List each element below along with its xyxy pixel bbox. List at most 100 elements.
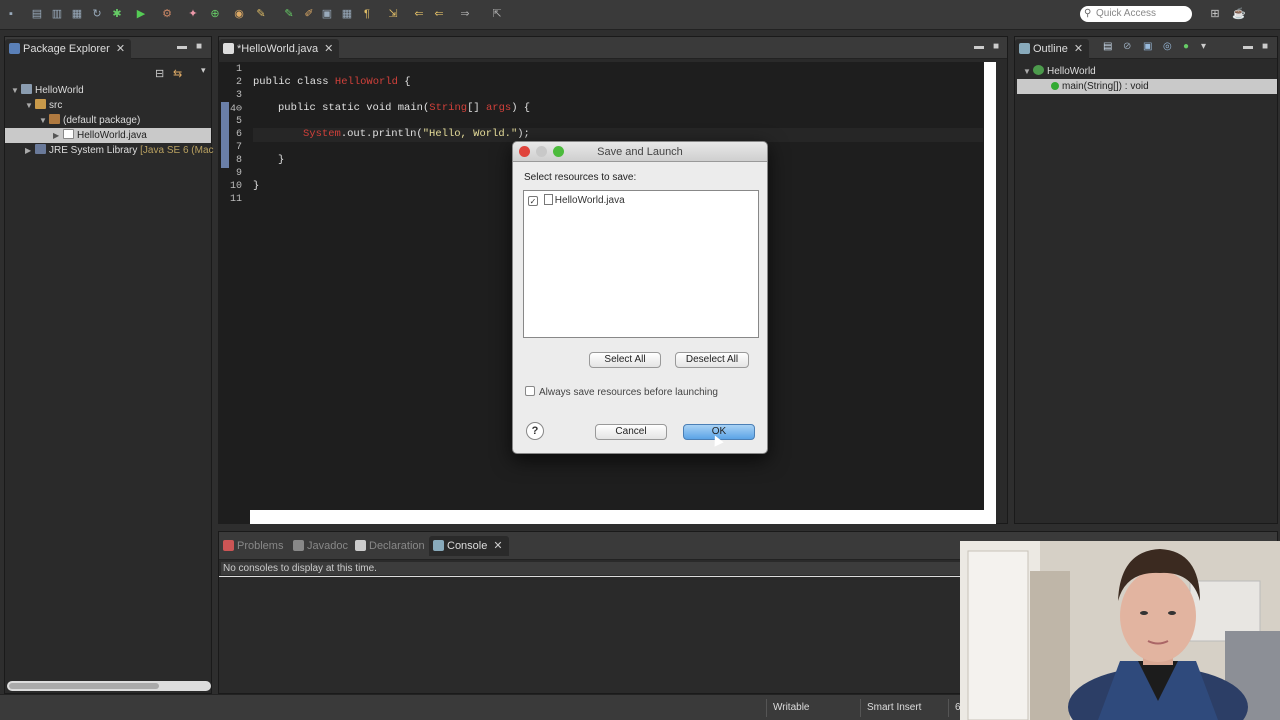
resource-label: HelloWorld.java bbox=[554, 195, 625, 206]
tab-console[interactable]: Console ✕ bbox=[429, 536, 509, 556]
tree-item-default-package[interactable]: ▼ (default package) bbox=[39, 113, 140, 128]
close-icon[interactable]: ✕ bbox=[116, 43, 125, 55]
tab-label: Package Explorer bbox=[23, 43, 110, 55]
open-perspective-icon[interactable]: ⊞ bbox=[1208, 7, 1222, 21]
zoom-window-button[interactable] bbox=[553, 146, 564, 157]
debug-icon[interactable]: ✱ bbox=[110, 7, 124, 21]
refresh-icon[interactable]: ↻ bbox=[90, 7, 104, 21]
annotation-icon[interactable]: ✎ bbox=[282, 7, 296, 21]
hide-local-types-icon[interactable]: ● bbox=[1183, 41, 1189, 52]
link-editor-icon[interactable]: ⇆ bbox=[173, 67, 182, 80]
cancel-button[interactable]: Cancel bbox=[595, 424, 667, 440]
new-package-icon[interactable]: ⊕ bbox=[208, 7, 222, 21]
editor-horizontal-scrollbar[interactable] bbox=[250, 510, 984, 524]
save-and-launch-dialog: Save and Launch Select resources to save… bbox=[512, 141, 768, 454]
minimize-window-button[interactable] bbox=[536, 146, 547, 157]
hide-fields-icon[interactable]: ⊘ bbox=[1123, 41, 1131, 52]
horizontal-scrollbar[interactable] bbox=[7, 681, 211, 691]
close-icon[interactable]: ✕ bbox=[1074, 43, 1083, 55]
resource-checkbox[interactable]: ✓ bbox=[528, 196, 538, 206]
hide-static-icon[interactable]: ▣ bbox=[1143, 41, 1152, 52]
tree-item-jre-library[interactable]: ▶ JRE System Library [Java SE 6 (Mac bbox=[25, 143, 214, 158]
minimize-icon[interactable]: ▬ bbox=[177, 41, 187, 52]
back-icon[interactable]: ⇐ bbox=[412, 7, 426, 21]
close-icon[interactable]: ✕ bbox=[324, 43, 333, 55]
always-save-checkbox[interactable] bbox=[525, 386, 535, 396]
select-all-button[interactable]: Select All bbox=[589, 352, 661, 368]
outline-item-class[interactable]: ▼ HelloWorld bbox=[1023, 64, 1096, 79]
public-method-icon bbox=[1051, 82, 1059, 90]
console-divider bbox=[219, 576, 961, 577]
status-insert-mode: Smart Insert bbox=[860, 699, 944, 717]
maximize-icon[interactable]: ■ bbox=[196, 41, 202, 52]
line-number: 5 bbox=[235, 116, 242, 127]
print-icon[interactable]: ▦ bbox=[70, 7, 84, 21]
package-explorer-header: Package Explorer ✕ ▬ ■ bbox=[5, 37, 211, 59]
pin-icon[interactable]: ⇱ bbox=[490, 7, 504, 21]
toggle-view-icon[interactable]: ▣ bbox=[320, 7, 334, 21]
collapse-all-icon[interactable]: ⊟ bbox=[155, 67, 164, 80]
tree-label: src bbox=[49, 100, 63, 111]
quick-access-placeholder: Quick Access bbox=[1096, 8, 1157, 19]
external-tools-icon[interactable]: ⚙ bbox=[160, 7, 174, 21]
minimize-icon[interactable]: ▬ bbox=[1243, 41, 1253, 52]
highlight-icon[interactable]: ✐ bbox=[302, 7, 316, 21]
tab-package-explorer[interactable]: Package Explorer ✕ bbox=[5, 39, 132, 59]
class-icon bbox=[1033, 65, 1044, 75]
new-project-icon[interactable]: ✦ bbox=[186, 7, 200, 21]
outline-icon bbox=[1019, 43, 1030, 54]
next-annotation-icon[interactable]: ⇲ bbox=[386, 7, 400, 21]
java-file-icon bbox=[223, 43, 234, 54]
expanded-arrow-icon: ▼ bbox=[25, 101, 33, 110]
open-type-icon[interactable]: ✎ bbox=[254, 7, 268, 21]
package-icon bbox=[49, 114, 60, 124]
line-number: 7 bbox=[235, 142, 242, 153]
java-perspective-icon[interactable]: ☕ bbox=[1232, 7, 1246, 21]
run-icon[interactable]: ▶ bbox=[134, 7, 148, 21]
new-class-icon[interactable]: ◉ bbox=[232, 7, 246, 21]
view-menu-icon[interactable]: ▾ bbox=[1201, 41, 1206, 52]
tab-javadoc[interactable]: Javadoc bbox=[289, 536, 354, 556]
tab-declaration[interactable]: Declaration bbox=[351, 536, 431, 556]
resources-list[interactable]: ✓ HelloWorld.java bbox=[523, 190, 759, 338]
view-menu-icon[interactable]: ▾ bbox=[201, 65, 206, 76]
always-save-option[interactable]: Always save resources before launching bbox=[525, 386, 718, 398]
close-icon[interactable]: ✕ bbox=[493, 540, 502, 552]
maximize-icon[interactable]: ■ bbox=[1262, 41, 1268, 52]
save-all-icon[interactable]: ▥ bbox=[50, 7, 64, 21]
scrollbar-thumb[interactable] bbox=[9, 683, 159, 689]
deselect-all-button[interactable]: Deselect All bbox=[675, 352, 749, 368]
whitespace-icon[interactable]: ¶ bbox=[360, 7, 374, 21]
editor-vertical-scrollbar[interactable] bbox=[984, 62, 996, 524]
last-edit-icon[interactable]: ⇐ bbox=[432, 7, 446, 21]
java-file-icon bbox=[63, 129, 74, 139]
hide-nonpublic-icon[interactable]: ◎ bbox=[1163, 41, 1172, 52]
tab-outline[interactable]: Outline ✕ bbox=[1015, 39, 1090, 59]
code-line: public static void main(String[] args) { bbox=[278, 102, 531, 114]
search-icon: ⚲ bbox=[1084, 8, 1092, 19]
close-window-button[interactable] bbox=[519, 146, 530, 157]
outline-label: main(String[]) : void bbox=[1062, 81, 1149, 92]
sort-icon[interactable]: ▤ bbox=[1103, 41, 1112, 52]
line-number: 10 bbox=[229, 181, 242, 192]
tree-item-src[interactable]: ▼ src bbox=[25, 98, 62, 113]
outline-item-main[interactable]: main(String[]) : void bbox=[1017, 79, 1277, 94]
forward-icon[interactable]: ⇒ bbox=[458, 7, 472, 21]
maximize-icon[interactable]: ■ bbox=[993, 41, 999, 52]
save-icon[interactable]: ▤ bbox=[30, 7, 44, 21]
javadoc-icon bbox=[293, 540, 304, 551]
quick-access-input[interactable]: ⚲ Quick Access bbox=[1080, 6, 1192, 22]
minimize-icon[interactable]: ▬ bbox=[974, 41, 984, 52]
tab-helloworld-java[interactable]: *HelloWorld.java ✕ bbox=[219, 39, 340, 59]
line-number: 3 bbox=[235, 90, 242, 101]
block-select-icon[interactable]: ▦ bbox=[340, 7, 354, 21]
dialog-titlebar: Save and Launch bbox=[513, 142, 767, 162]
resource-item[interactable]: ✓ HelloWorld.java bbox=[528, 194, 625, 206]
help-button[interactable]: ? bbox=[526, 422, 544, 440]
tree-item-helloworld-java[interactable]: ▶ HelloWorld.java bbox=[5, 128, 211, 143]
new-icon[interactable]: ▪ bbox=[4, 7, 18, 21]
java-file-icon bbox=[543, 194, 553, 205]
main-toolbar: ▪ ▤ ▥ ▦ ↻ ✱ ▶ ⚙ ✦ ⊕ ◉ ✎ ✎ ✐ ▣ ▦ ¶ ⇲ ⇐ ⇐ … bbox=[0, 0, 1280, 30]
tree-item-project[interactable]: ▼ HelloWorld bbox=[11, 83, 84, 98]
tab-problems[interactable]: Problems bbox=[219, 536, 289, 556]
